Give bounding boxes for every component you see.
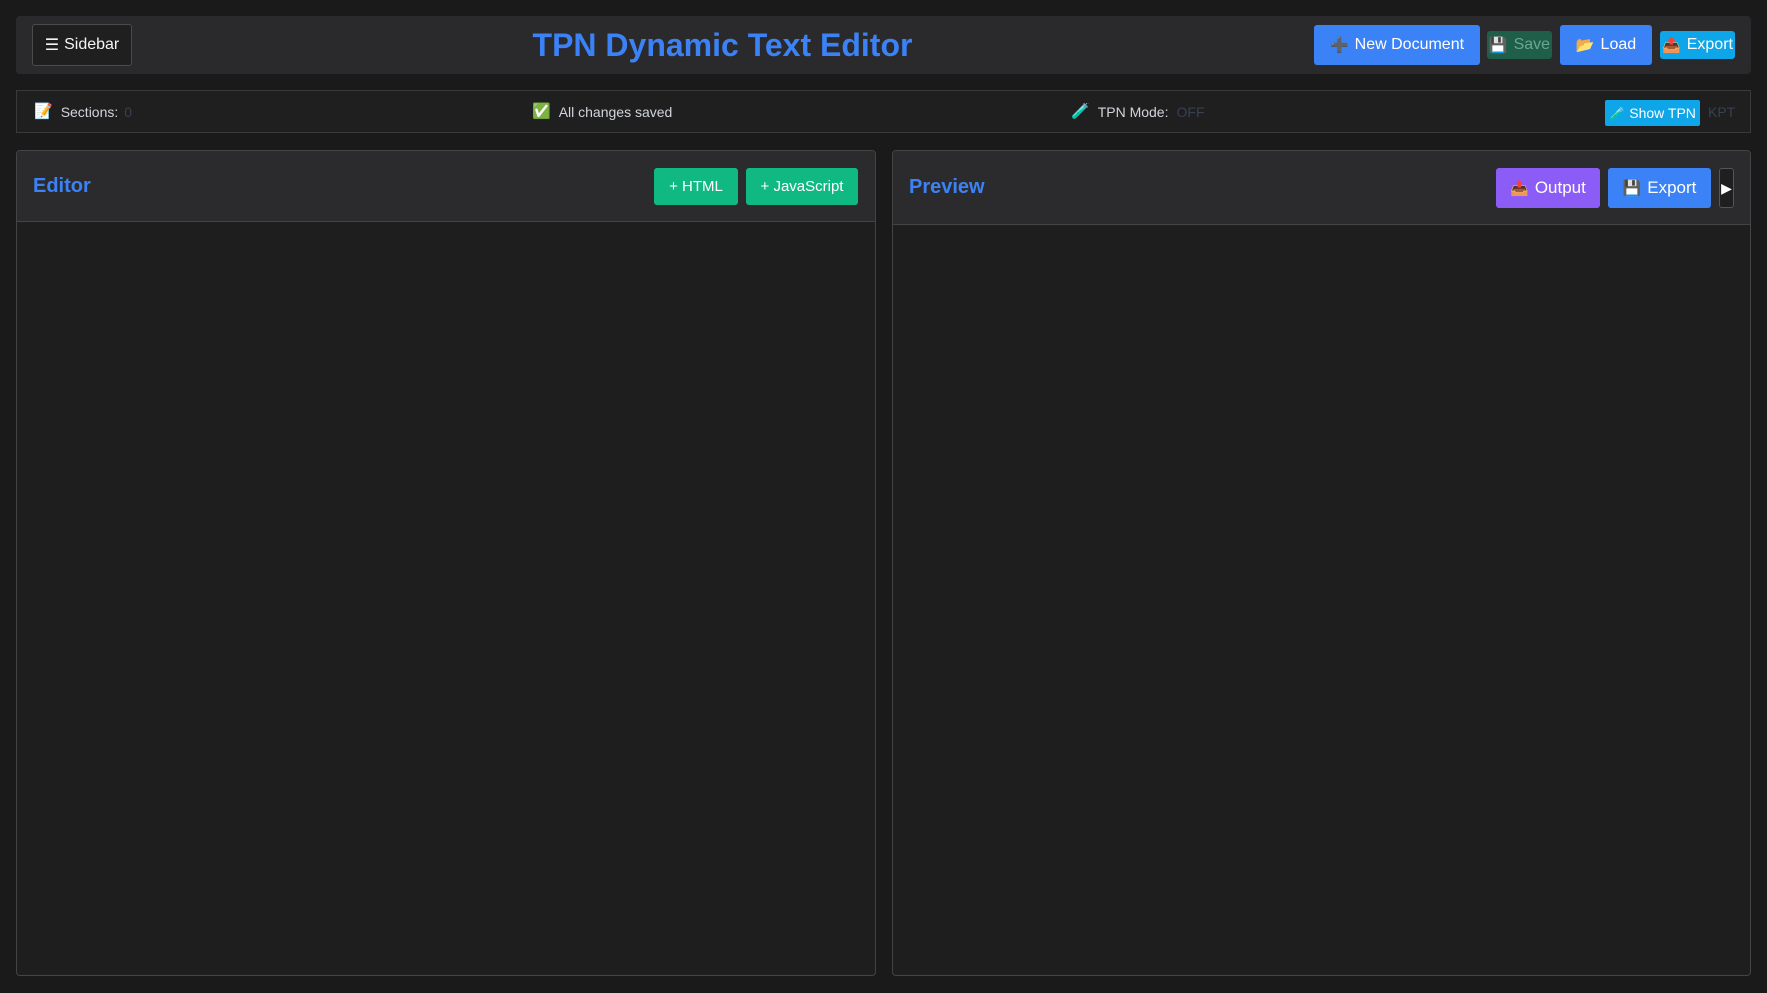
- editor-panel: Editor + HTML + JavaScript: [16, 150, 876, 976]
- plus-icon: ➕: [1329, 36, 1349, 54]
- editor-panel-header: Editor + HTML + JavaScript: [17, 151, 875, 222]
- folder-open-icon: 📂: [1575, 36, 1595, 54]
- export-button[interactable]: 📤 Export: [1660, 31, 1735, 59]
- kpt-toggle[interactable]: KPT: [1708, 91, 1735, 132]
- outbox-tray-icon: 📤: [1662, 36, 1681, 54]
- tpn-mode-label: TPN Mode:: [1097, 103, 1169, 120]
- add-javascript-button[interactable]: + JavaScript: [746, 168, 858, 205]
- save-label: Save: [1513, 36, 1551, 53]
- new-document-button[interactable]: ➕ New Document: [1314, 25, 1480, 65]
- export-label: Export: [1686, 36, 1733, 53]
- editor-title: Editor: [33, 174, 91, 197]
- floppy-disk-icon: 💾: [1622, 179, 1642, 197]
- preview-content-area: [893, 226, 1750, 975]
- new-document-label: New Document: [1354, 36, 1465, 53]
- load-label: Load: [1600, 36, 1637, 53]
- check-mark-icon: ✅: [532, 103, 551, 120]
- tpn-mode-status: 🧪 TPN Mode: OFF: [1071, 91, 1205, 132]
- save-status: ✅ All changes saved: [532, 91, 672, 132]
- preview-title: Preview: [909, 176, 985, 198]
- outbox-tray-icon: 📤: [1510, 179, 1529, 197]
- save-status-text: All changes saved: [558, 103, 673, 120]
- run-button[interactable]: ▶: [1719, 168, 1734, 208]
- sections-status: 📝 Sections: 0: [34, 91, 132, 132]
- add-html-button[interactable]: + HTML: [654, 168, 738, 205]
- play-icon: ▶: [1721, 179, 1732, 196]
- preview-panel: Preview 📤 Output 💾 Export ▶: [892, 150, 1751, 976]
- preview-export-button[interactable]: 💾 Export: [1608, 168, 1711, 208]
- test-tube-icon: 🧪: [1071, 103, 1090, 120]
- output-label: Output: [1534, 178, 1586, 197]
- show-tpn-label: Show TPN: [1629, 105, 1696, 121]
- sections-label: Sections:: [60, 103, 119, 120]
- output-button[interactable]: 📤 Output: [1496, 168, 1600, 208]
- status-bar: 📝 Sections: 0 ✅ All changes saved 🧪 TPN …: [16, 90, 1751, 133]
- preview-panel-header: Preview 📤 Output 💾 Export ▶: [893, 151, 1750, 225]
- load-button[interactable]: 📂 Load: [1560, 25, 1652, 65]
- test-tube-icon: 🧪: [1609, 105, 1626, 121]
- app-title: TPN Dynamic Text Editor: [532, 27, 913, 63]
- app-header: ☰ Sidebar TPN Dynamic Text Editor ➕ New …: [16, 16, 1751, 74]
- editor-content-area[interactable]: [17, 223, 875, 975]
- floppy-disk-icon: 💾: [1488, 36, 1508, 54]
- tpn-mode-value: OFF: [1176, 103, 1205, 120]
- show-tpn-button[interactable]: 🧪 Show TPN: [1605, 100, 1700, 126]
- memo-icon: 📝: [34, 103, 53, 120]
- sections-count: 0: [124, 103, 133, 120]
- preview-export-label: Export: [1647, 178, 1697, 197]
- save-button[interactable]: 💾 Save: [1487, 31, 1552, 59]
